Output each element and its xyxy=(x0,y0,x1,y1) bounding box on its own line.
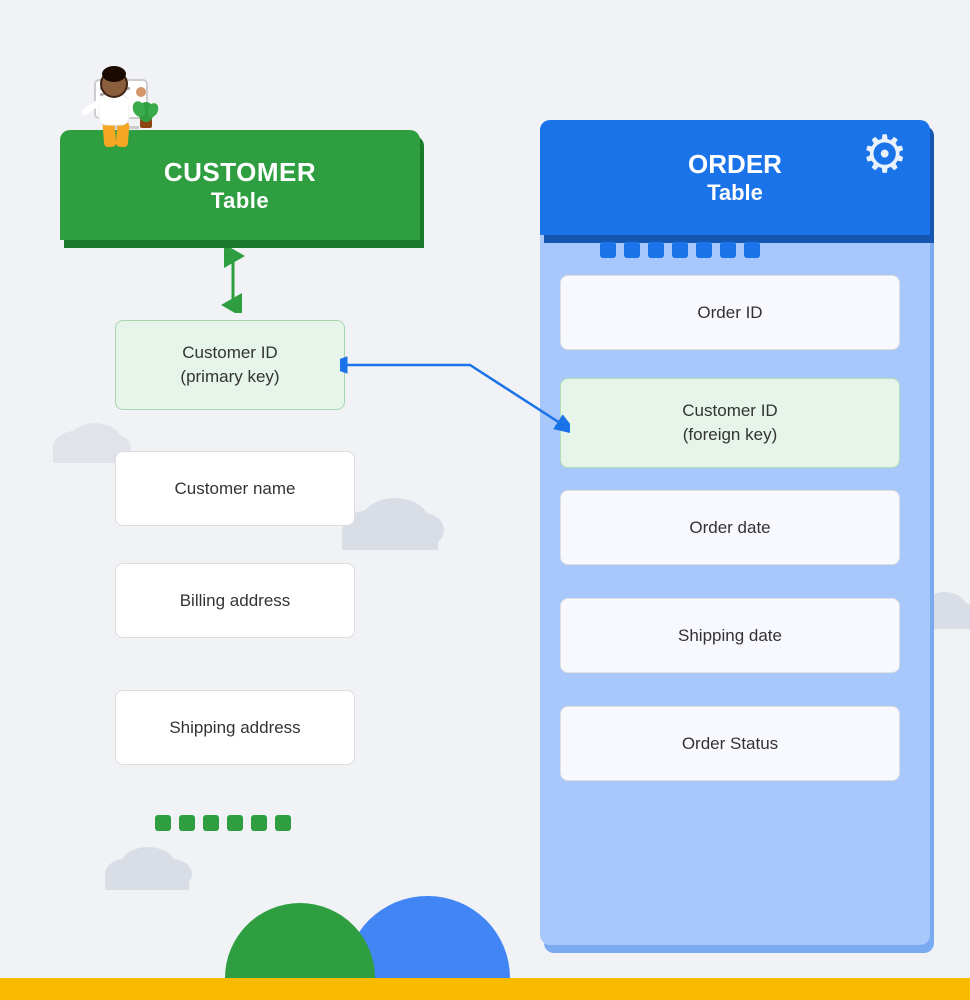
shipping-address-field: Shipping address xyxy=(115,690,355,765)
order-id-field: Order ID xyxy=(560,275,900,350)
cloud-bottom-left xyxy=(100,840,195,890)
order-date-label: Order date xyxy=(689,518,770,538)
billing-address-field: Billing address xyxy=(115,563,355,638)
person-illustration xyxy=(65,30,175,165)
customer-name-label: Customer name xyxy=(175,479,296,499)
updown-arrow xyxy=(218,248,248,313)
order-customer-id-label: Customer ID(foreign key) xyxy=(682,399,777,447)
customer-table-title: CUSTOMER xyxy=(164,157,316,188)
customer-id-label: Customer ID(primary key) xyxy=(180,341,279,389)
customer-table-subtitle: Table xyxy=(211,188,269,214)
customer-dots xyxy=(155,815,291,831)
order-dots xyxy=(600,242,760,258)
order-table-title: ORDER xyxy=(688,149,782,180)
gear-icon: ⚙ xyxy=(861,125,908,185)
customer-id-field: Customer ID(primary key) xyxy=(115,320,345,410)
foreign-key-arrow xyxy=(340,310,570,460)
billing-address-label: Billing address xyxy=(180,591,291,611)
bottom-bar xyxy=(0,978,970,1000)
order-customer-id-field: Customer ID(foreign key) xyxy=(560,378,900,468)
shipping-address-label: Shipping address xyxy=(169,718,300,738)
order-id-label: Order ID xyxy=(697,303,762,323)
customer-name-field: Customer name xyxy=(115,451,355,526)
order-status-field: Order Status xyxy=(560,706,900,781)
shipping-date-label: Shipping date xyxy=(678,626,782,646)
order-date-field: Order date xyxy=(560,490,900,565)
order-table-subtitle: Table xyxy=(707,180,763,206)
shipping-date-field: Shipping date xyxy=(560,598,900,673)
order-status-label: Order Status xyxy=(682,734,778,754)
